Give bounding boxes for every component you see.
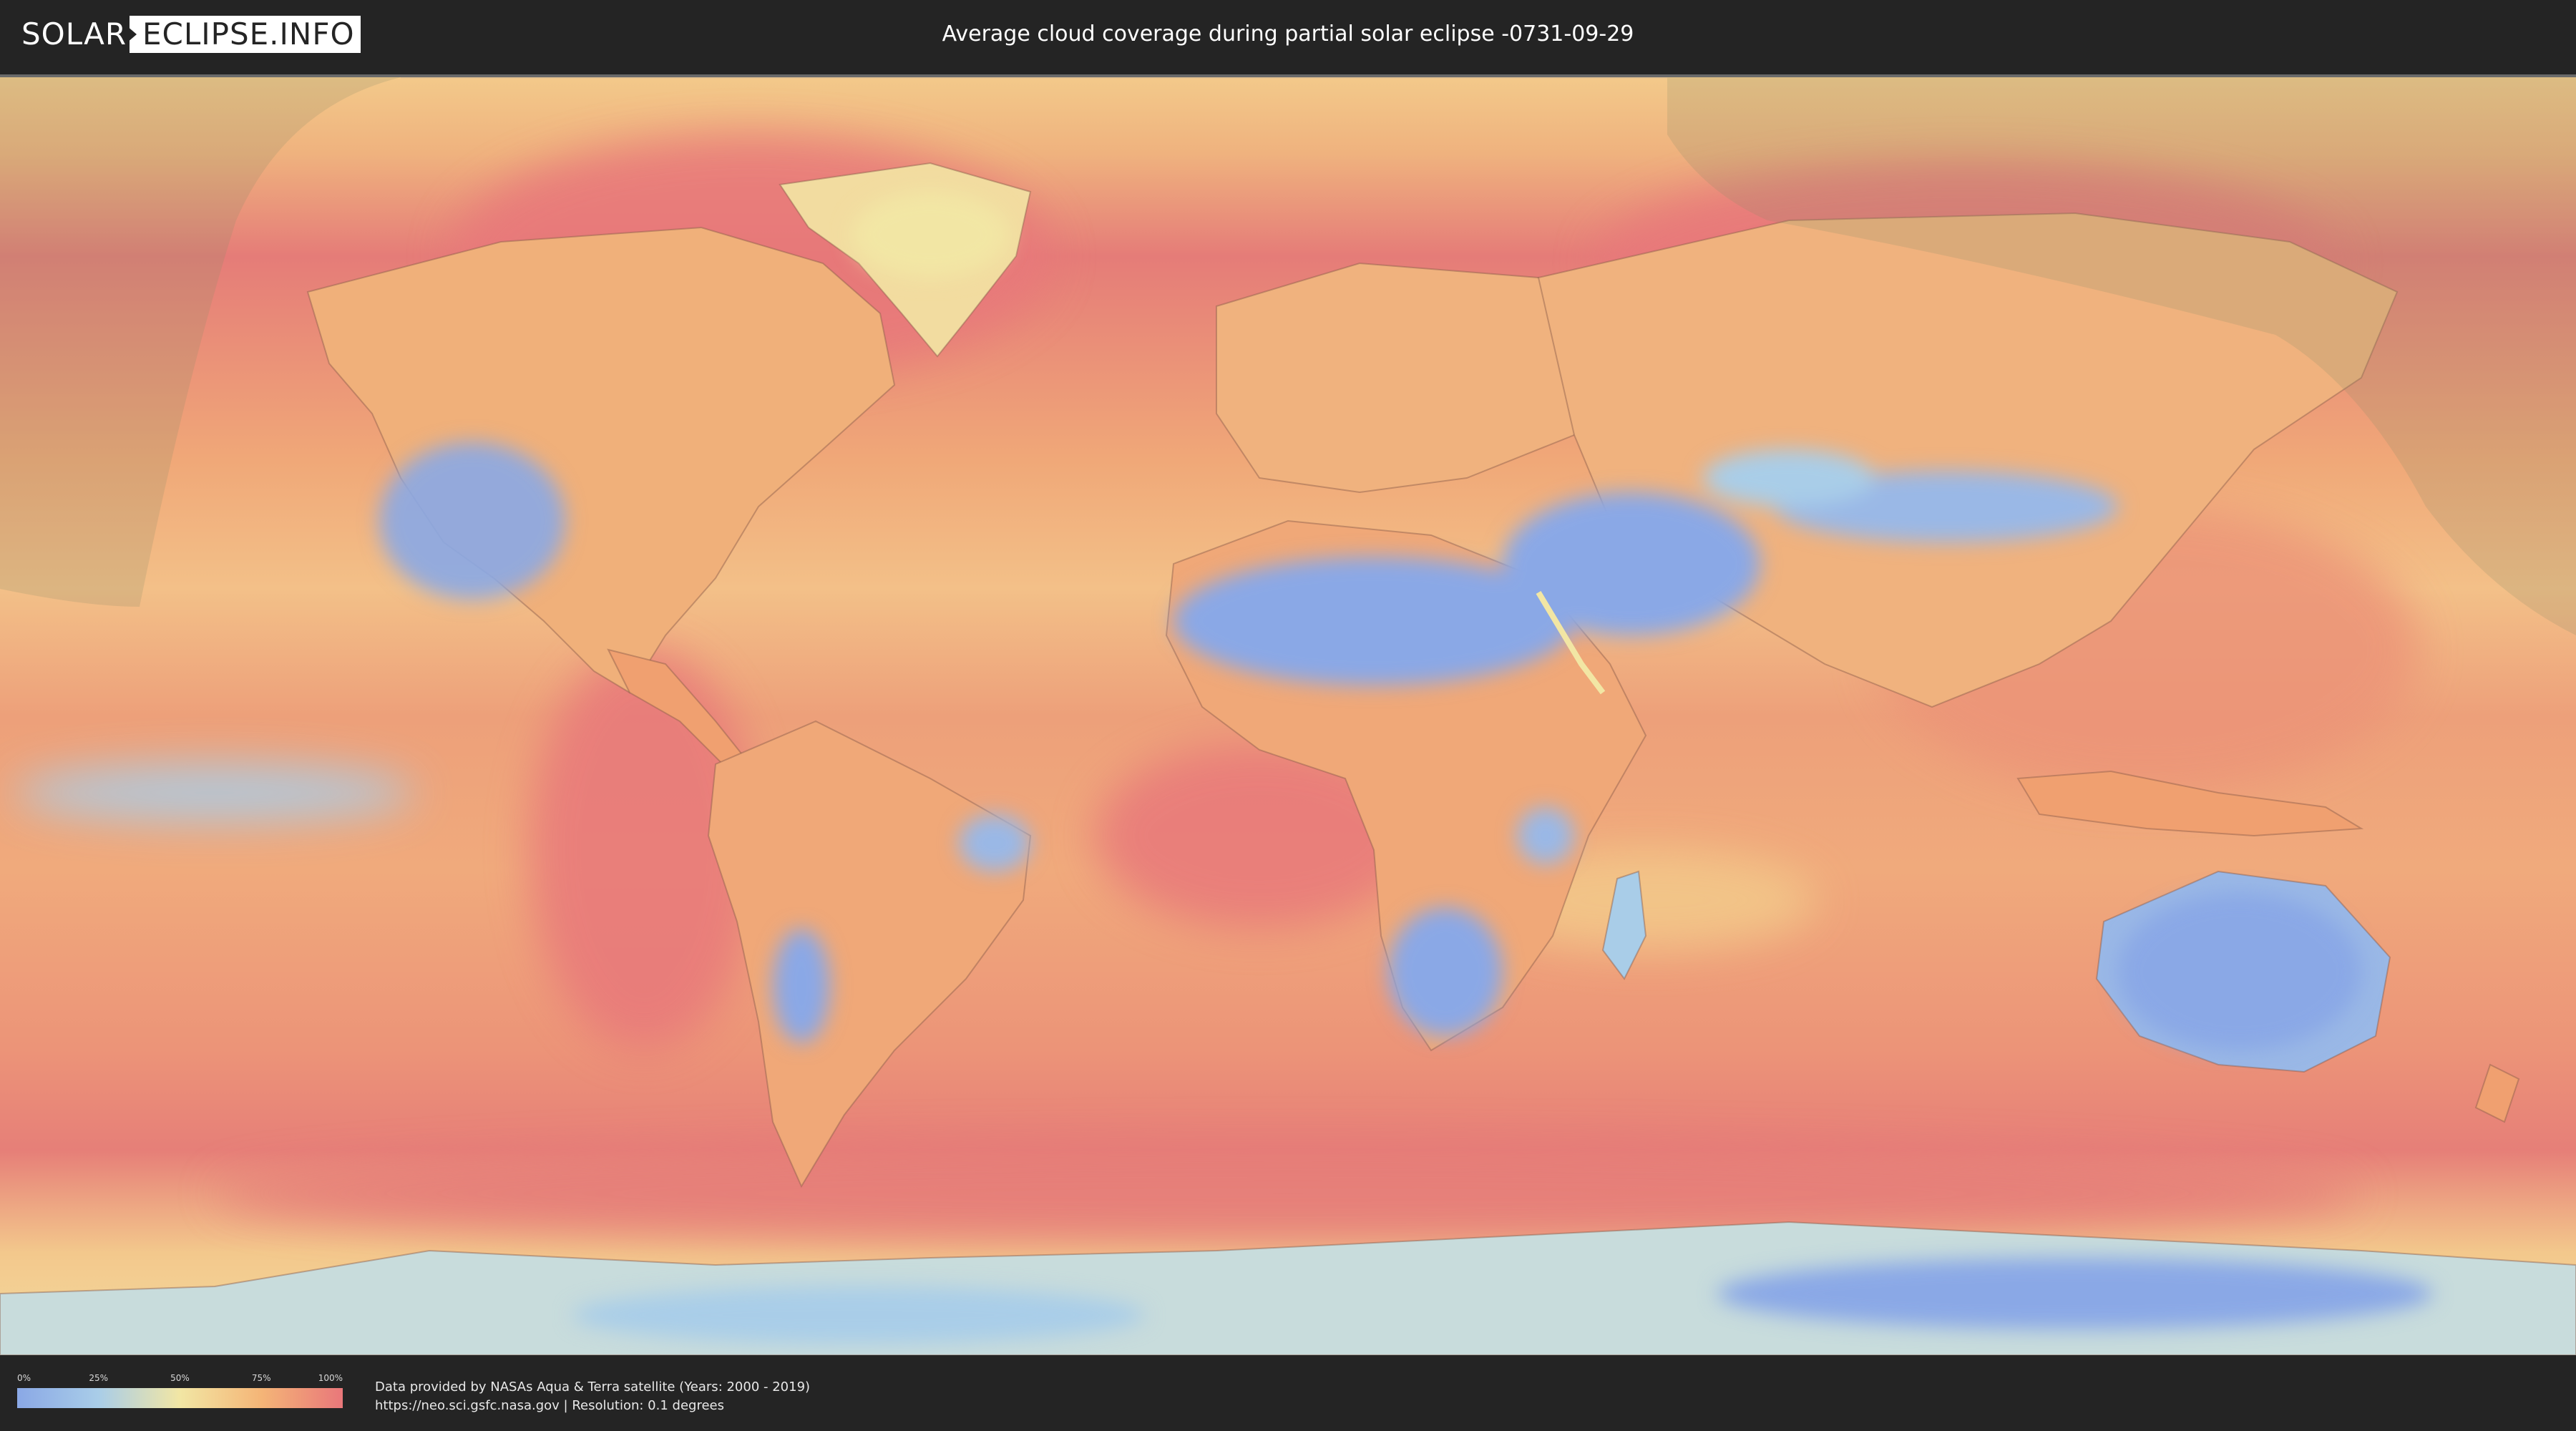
- legend-tick-50: 50%: [170, 1373, 190, 1383]
- credit-line-url[interactable]: https://neo.sci.gsfc.nasa.gov | Resoluti…: [375, 1397, 810, 1415]
- cloud-coverage-legend: 0% 25% 50% 75% 100%: [17, 1372, 343, 1408]
- header-bar: SOLAR ECLIPSE.INFO Average cloud coverag…: [0, 0, 2576, 72]
- legend-ticks: 0% 25% 50% 75% 100%: [17, 1372, 343, 1385]
- legend-tick-75: 75%: [251, 1373, 271, 1383]
- data-credits: Data provided by NASAs Aqua & Terra sate…: [375, 1378, 810, 1415]
- world-map-svg: [0, 77, 2576, 1355]
- legend-tick-100: 100%: [318, 1373, 343, 1383]
- footer-bar: 0% 25% 50% 75% 100% Data provided by NAS…: [0, 1357, 2576, 1431]
- cloud-coverage-map[interactable]: [0, 74, 2576, 1355]
- credit-line-source: Data provided by NASAs Aqua & Terra sate…: [375, 1379, 811, 1395]
- legend-tick-25: 25%: [89, 1373, 109, 1383]
- legend-color-bar: [17, 1388, 343, 1408]
- page-title: Average cloud coverage during partial so…: [942, 21, 1634, 47]
- legend-tick-0: 0%: [17, 1373, 31, 1383]
